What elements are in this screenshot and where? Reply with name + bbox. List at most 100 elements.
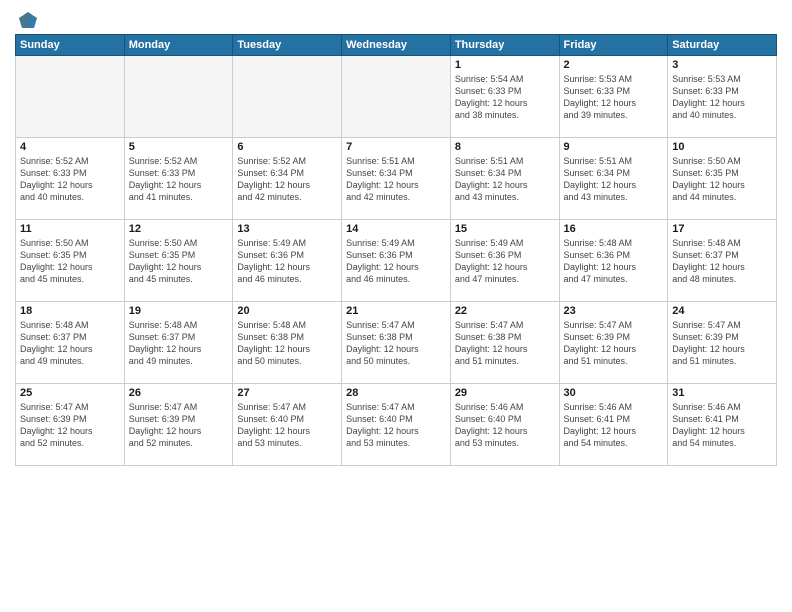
calendar-cell: 24Sunrise: 5:47 AM Sunset: 6:39 PM Dayli… bbox=[668, 302, 777, 384]
col-header-tuesday: Tuesday bbox=[233, 35, 342, 56]
calendar-cell: 14 Sunrise: 5:49 AM Sunset: 6:36 PM Dayli… bbox=[342, 220, 451, 302]
day-info: Sunrise: 5:53 AM Sunset: 6:33 PM Dayligh… bbox=[564, 73, 664, 122]
day-info: Sunrise: 5:50 AM Sunset: 6:35 PM Dayligh… bbox=[672, 155, 772, 204]
day-info: Sunrise: 5:46 AM Sunset: 6:40 PM Dayligh… bbox=[455, 401, 555, 450]
day-number: 28 bbox=[346, 387, 446, 399]
day-number: 5 bbox=[129, 141, 229, 153]
day-number: 30 bbox=[564, 387, 664, 399]
day-info: Sunrise: 5:47 AM Sunset: 6:39 PM Dayligh… bbox=[564, 319, 664, 368]
header-row: SundayMondayTuesdayWednesdayThursdayFrid… bbox=[16, 35, 777, 56]
calendar-cell: 23 Sunrise: 5:47 AM Sunset: 6:39 PM Dayli… bbox=[559, 302, 668, 384]
day-info: Sunrise: 5:46 AM Sunset: 6:41 PM Dayligh… bbox=[672, 401, 772, 450]
calendar-cell: 10 Sunrise: 5:50 AM Sunset: 6:35 PM Dayli… bbox=[668, 138, 777, 220]
day-number: 19 bbox=[129, 305, 229, 317]
day-number: 3 bbox=[672, 59, 772, 71]
day-number: 6 bbox=[237, 141, 337, 153]
calendar-table: SundayMondayTuesdayWednesdayThursdayFrid… bbox=[15, 34, 777, 466]
calendar-cell: 26 Sunrise: 5:47 AM Sunset: 6:39 PM Dayli… bbox=[124, 384, 233, 466]
day-info: Sunrise: 5:51 AM Sunset: 6:34 PM Dayligh… bbox=[346, 155, 446, 204]
header bbox=[15, 10, 777, 28]
day-info: Sunrise: 5:47 AM Sunset: 6:40 PM Dayligh… bbox=[237, 401, 337, 450]
calendar-cell: 1 Sunrise: 5:54 AM Sunset: 6:33 PM Daylig… bbox=[450, 56, 559, 138]
day-number: 21 bbox=[346, 305, 446, 317]
day-info: Sunrise: 5:53 AM Sunset: 6:33 PM Dayligh… bbox=[672, 73, 772, 122]
week-row-3: 11 Sunrise: 5:50 AM Sunset: 6:35 PM Dayli… bbox=[16, 220, 777, 302]
day-number: 20 bbox=[237, 305, 337, 317]
day-number: 2 bbox=[564, 59, 664, 71]
day-info: Sunrise: 5:49 AM Sunset: 6:36 PM Dayligh… bbox=[346, 237, 446, 286]
day-info: Sunrise: 5:52 AM Sunset: 6:34 PM Dayligh… bbox=[237, 155, 337, 204]
day-info: Sunrise: 5:48 AM Sunset: 6:38 PM Dayligh… bbox=[237, 319, 337, 368]
col-header-friday: Friday bbox=[559, 35, 668, 56]
day-info: Sunrise: 5:50 AM Sunset: 6:35 PM Dayligh… bbox=[129, 237, 229, 286]
day-info: Sunrise: 5:46 AM Sunset: 6:41 PM Dayligh… bbox=[564, 401, 664, 450]
calendar-cell: 12 Sunrise: 5:50 AM Sunset: 6:35 PM Dayli… bbox=[124, 220, 233, 302]
day-number: 22 bbox=[455, 305, 555, 317]
day-number: 1 bbox=[455, 59, 555, 71]
week-row-5: 25 Sunrise: 5:47 AM Sunset: 6:39 PM Dayli… bbox=[16, 384, 777, 466]
day-number: 26 bbox=[129, 387, 229, 399]
day-number: 13 bbox=[237, 223, 337, 235]
calendar-cell: 29 Sunrise: 5:46 AM Sunset: 6:40 PM Dayli… bbox=[450, 384, 559, 466]
day-info: Sunrise: 5:54 AM Sunset: 6:33 PM Dayligh… bbox=[455, 73, 555, 122]
calendar-cell: 4 Sunrise: 5:52 AM Sunset: 6:33 PM Daylig… bbox=[16, 138, 125, 220]
calendar-cell: 19 Sunrise: 5:48 AM Sunset: 6:37 PM Dayli… bbox=[124, 302, 233, 384]
day-number: 18 bbox=[20, 305, 120, 317]
calendar-cell: 9Sunrise: 5:51 AM Sunset: 6:34 PM Daylig… bbox=[559, 138, 668, 220]
day-info: Sunrise: 5:47 AM Sunset: 6:40 PM Dayligh… bbox=[346, 401, 446, 450]
day-info: Sunrise: 5:50 AM Sunset: 6:35 PM Dayligh… bbox=[20, 237, 120, 286]
calendar-cell: 17Sunrise: 5:48 AM Sunset: 6:37 PM Dayli… bbox=[668, 220, 777, 302]
day-info: Sunrise: 5:48 AM Sunset: 6:37 PM Dayligh… bbox=[672, 237, 772, 286]
calendar-cell: 20 Sunrise: 5:48 AM Sunset: 6:38 PM Dayli… bbox=[233, 302, 342, 384]
calendar-cell: 25 Sunrise: 5:47 AM Sunset: 6:39 PM Dayli… bbox=[16, 384, 125, 466]
day-info: Sunrise: 5:47 AM Sunset: 6:39 PM Dayligh… bbox=[20, 401, 120, 450]
calendar-cell bbox=[342, 56, 451, 138]
day-number: 4 bbox=[20, 141, 120, 153]
day-info: Sunrise: 5:52 AM Sunset: 6:33 PM Dayligh… bbox=[20, 155, 120, 204]
calendar-cell: 13Sunrise: 5:49 AM Sunset: 6:36 PM Dayli… bbox=[233, 220, 342, 302]
col-header-monday: Monday bbox=[124, 35, 233, 56]
calendar-cell: 28 Sunrise: 5:47 AM Sunset: 6:40 PM Dayli… bbox=[342, 384, 451, 466]
calendar-cell: 31 Sunrise: 5:46 AM Sunset: 6:41 PM Dayli… bbox=[668, 384, 777, 466]
day-number: 15 bbox=[455, 223, 555, 235]
day-number: 7 bbox=[346, 141, 446, 153]
week-row-4: 18 Sunrise: 5:48 AM Sunset: 6:37 PM Dayli… bbox=[16, 302, 777, 384]
calendar-cell: 30 Sunrise: 5:46 AM Sunset: 6:41 PM Dayli… bbox=[559, 384, 668, 466]
calendar-cell: 18 Sunrise: 5:48 AM Sunset: 6:37 PM Dayli… bbox=[16, 302, 125, 384]
day-number: 24 bbox=[672, 305, 772, 317]
calendar-cell: 7 Sunrise: 5:51 AM Sunset: 6:34 PM Daylig… bbox=[342, 138, 451, 220]
col-header-sunday: Sunday bbox=[16, 35, 125, 56]
day-number: 25 bbox=[20, 387, 120, 399]
week-row-1: 1 Sunrise: 5:54 AM Sunset: 6:33 PM Daylig… bbox=[16, 56, 777, 138]
calendar-cell: 21 Sunrise: 5:47 AM Sunset: 6:38 PM Dayli… bbox=[342, 302, 451, 384]
day-info: Sunrise: 5:51 AM Sunset: 6:34 PM Dayligh… bbox=[455, 155, 555, 204]
day-number: 8 bbox=[455, 141, 555, 153]
calendar-cell: 5Sunrise: 5:52 AM Sunset: 6:33 PM Daylig… bbox=[124, 138, 233, 220]
calendar-cell bbox=[124, 56, 233, 138]
calendar-cell: 11 Sunrise: 5:50 AM Sunset: 6:35 PM Dayli… bbox=[16, 220, 125, 302]
col-header-wednesday: Wednesday bbox=[342, 35, 451, 56]
day-number: 10 bbox=[672, 141, 772, 153]
day-info: Sunrise: 5:47 AM Sunset: 6:38 PM Dayligh… bbox=[346, 319, 446, 368]
day-number: 12 bbox=[129, 223, 229, 235]
calendar-cell bbox=[233, 56, 342, 138]
calendar-cell: 27Sunrise: 5:47 AM Sunset: 6:40 PM Dayli… bbox=[233, 384, 342, 466]
day-info: Sunrise: 5:49 AM Sunset: 6:36 PM Dayligh… bbox=[455, 237, 555, 286]
day-number: 14 bbox=[346, 223, 446, 235]
calendar-cell: 16Sunrise: 5:48 AM Sunset: 6:36 PM Dayli… bbox=[559, 220, 668, 302]
day-number: 29 bbox=[455, 387, 555, 399]
day-info: Sunrise: 5:48 AM Sunset: 6:37 PM Dayligh… bbox=[129, 319, 229, 368]
col-header-thursday: Thursday bbox=[450, 35, 559, 56]
day-number: 31 bbox=[672, 387, 772, 399]
day-info: Sunrise: 5:48 AM Sunset: 6:37 PM Dayligh… bbox=[20, 319, 120, 368]
day-number: 23 bbox=[564, 305, 664, 317]
day-info: Sunrise: 5:47 AM Sunset: 6:38 PM Dayligh… bbox=[455, 319, 555, 368]
day-info: Sunrise: 5:47 AM Sunset: 6:39 PM Dayligh… bbox=[129, 401, 229, 450]
day-number: 16 bbox=[564, 223, 664, 235]
calendar-cell bbox=[16, 56, 125, 138]
calendar-cell: 3 Sunrise: 5:53 AM Sunset: 6:33 PM Daylig… bbox=[668, 56, 777, 138]
logo-icon bbox=[17, 10, 39, 32]
day-info: Sunrise: 5:51 AM Sunset: 6:34 PM Dayligh… bbox=[564, 155, 664, 204]
day-number: 11 bbox=[20, 223, 120, 235]
logo bbox=[15, 10, 39, 28]
